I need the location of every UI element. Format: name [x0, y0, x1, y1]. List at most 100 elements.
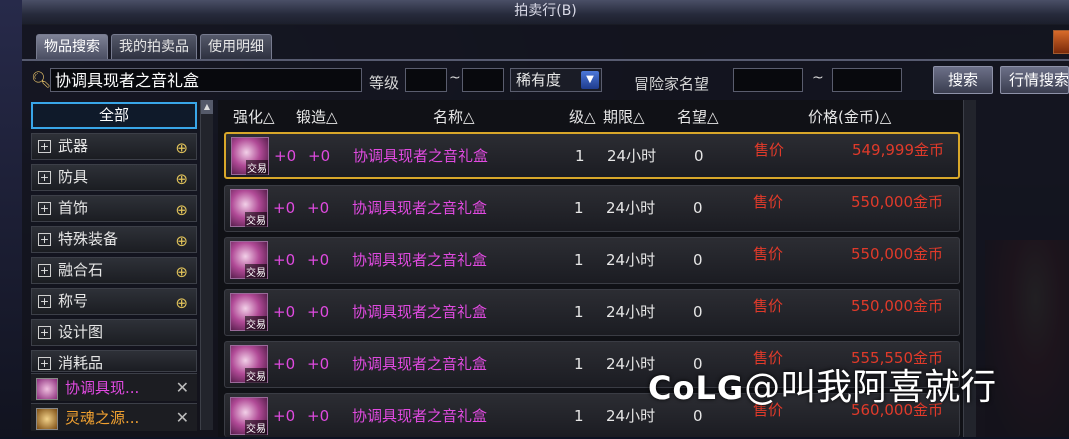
category-label: 称号: [58, 292, 89, 310]
item-name: 协调具现者之音礼盒: [352, 407, 488, 425]
item-icon: 交易: [231, 137, 269, 175]
level-value: 1: [574, 355, 584, 373]
tab-item-search[interactable]: 物品搜索: [36, 34, 108, 59]
category-weapon[interactable]: + 武器 ⊕: [31, 133, 197, 160]
trade-badge: 交易: [245, 368, 267, 383]
table-row[interactable]: 交易 +0 +0 协调具现者之音礼盒 1 24小时 0 售价 550,000金币: [224, 185, 960, 232]
zoom-in-icon[interactable]: ⊕: [175, 167, 188, 192]
chevron-down-icon[interactable]: ▼: [581, 71, 599, 89]
watermark-text: @叫我阿喜就行: [744, 367, 997, 408]
scroll-up-icon[interactable]: ▲: [201, 100, 213, 114]
enhance-value: +0: [274, 147, 297, 165]
category-special-equipment[interactable]: + 特殊装备 ⊕: [31, 226, 197, 253]
expand-icon[interactable]: +: [38, 326, 51, 339]
period-value: 24小时: [606, 199, 656, 217]
expand-icon[interactable]: +: [38, 171, 51, 184]
table-row[interactable]: 交易 +0 +0 协调具现者之音礼盒 1 24小时 0 售价 550,000金币: [224, 289, 960, 336]
sale-label: 售价: [753, 245, 784, 263]
level-value: 1: [574, 251, 584, 269]
expand-icon[interactable]: +: [38, 202, 51, 215]
item-icon: 交易: [230, 345, 268, 383]
zoom-in-icon[interactable]: ⊕: [175, 229, 188, 254]
zoom-in-icon[interactable]: ⊕: [175, 198, 188, 223]
category-label: 首饰: [58, 199, 89, 217]
level-label: 等级: [369, 74, 400, 92]
level-max-input[interactable]: [462, 68, 504, 92]
reputation-label: 冒险家名望: [634, 75, 710, 93]
tab-my-auctions[interactable]: 我的拍卖品: [111, 34, 197, 59]
category-blueprint[interactable]: + 设计图: [31, 319, 197, 346]
trade-badge: 交易: [245, 316, 267, 331]
expand-icon[interactable]: +: [38, 233, 51, 246]
item-name: 协调具现者之音礼盒: [352, 303, 488, 321]
price-value: 550,000金币: [850, 245, 943, 263]
recent-item-label: 灵魂之源...: [65, 409, 140, 427]
rarity-label: 稀有度: [516, 71, 562, 89]
side-toggle-button[interactable]: [1053, 30, 1069, 54]
price-value: 550,000金币: [850, 297, 943, 315]
period-value: 24小时: [606, 251, 656, 269]
column-reputation[interactable]: 名望△: [677, 106, 719, 128]
rarity-select[interactable]: 稀有度 ▼: [510, 68, 602, 92]
column-price[interactable]: 价格(金币)△: [808, 106, 891, 128]
trade-badge: 交易: [245, 420, 267, 435]
close-icon[interactable]: ✕: [176, 374, 189, 402]
column-period[interactable]: 期限△: [603, 106, 645, 128]
level-value: 1: [574, 303, 584, 321]
table-row[interactable]: 交易 +0 +0 协调具现者之音礼盒 1 24小时 0 售价 550,000金币: [224, 237, 960, 284]
tab-bar: 物品搜索 我的拍卖品 使用明细: [36, 34, 272, 60]
price-value: 550,000金币: [850, 193, 943, 211]
sale-label: 售价: [754, 141, 785, 159]
reputation-min-input[interactable]: [733, 68, 803, 92]
expand-icon[interactable]: +: [38, 357, 51, 370]
column-name[interactable]: 名称△: [433, 106, 475, 128]
watermark-logo: CoLG: [648, 369, 745, 407]
item-icon: 交易: [230, 293, 268, 331]
expand-icon[interactable]: +: [38, 295, 51, 308]
recent-search-item[interactable]: 协调具现... ✕: [31, 373, 197, 401]
sale-label: 售价: [753, 193, 784, 211]
level-min-input[interactable]: [405, 68, 447, 92]
trade-badge: 交易: [245, 264, 267, 279]
search-input[interactable]: 协调具现者之音礼盒: [50, 68, 362, 92]
forge-value: +0: [307, 251, 330, 269]
search-button[interactable]: 搜索: [933, 66, 993, 94]
reputation-value: 0: [694, 147, 704, 165]
close-icon[interactable]: ✕: [176, 404, 189, 432]
zoom-in-icon[interactable]: ⊕: [175, 260, 188, 285]
category-label: 融合石: [58, 261, 104, 279]
category-consumable[interactable]: + 消耗品: [31, 350, 197, 372]
market-search-button[interactable]: 行情搜索: [1000, 66, 1069, 94]
zoom-in-icon[interactable]: ⊕: [175, 291, 188, 316]
expand-icon[interactable]: +: [38, 140, 51, 153]
item-name: 协调具现者之音礼盒: [352, 251, 488, 269]
item-thumbnail-icon: [36, 378, 58, 400]
expand-icon[interactable]: +: [38, 264, 51, 277]
level-separator: ~: [449, 70, 461, 86]
category-all[interactable]: 全部: [31, 102, 197, 129]
table-row[interactable]: 交易 +0 +0 协调具现者之音礼盒 1 24小时 0 售价 549,999金币: [224, 132, 960, 179]
reputation-max-input[interactable]: [832, 68, 902, 92]
trade-badge: 交易: [245, 212, 267, 227]
category-scrollbar[interactable]: ▲: [200, 100, 213, 430]
recent-search-item[interactable]: 灵魂之源... ✕: [31, 403, 197, 431]
category-accessory[interactable]: + 首饰 ⊕: [31, 195, 197, 222]
scenery-decoration: [0, 0, 22, 437]
item-thumbnail-icon: [36, 408, 58, 430]
zoom-in-icon[interactable]: ⊕: [175, 136, 188, 161]
category-label: 防具: [58, 168, 89, 186]
period-value: 24小时: [606, 303, 656, 321]
level-value: 1: [574, 407, 584, 425]
recent-item-label: 协调具现...: [65, 379, 140, 397]
search-icon: 🔍︎: [31, 70, 52, 89]
column-level[interactable]: 级△: [569, 106, 596, 128]
category-fusion-stone[interactable]: + 融合石 ⊕: [31, 257, 197, 284]
column-forge[interactable]: 锻造△: [296, 106, 338, 128]
column-enhance[interactable]: 强化△: [233, 106, 275, 128]
item-icon: 交易: [230, 241, 268, 279]
forge-value: +0: [307, 355, 330, 373]
category-title[interactable]: + 称号 ⊕: [31, 288, 197, 315]
tab-divider: [22, 59, 1069, 61]
category-armor[interactable]: + 防具 ⊕: [31, 164, 197, 191]
tab-usage-details[interactable]: 使用明细: [200, 34, 272, 59]
